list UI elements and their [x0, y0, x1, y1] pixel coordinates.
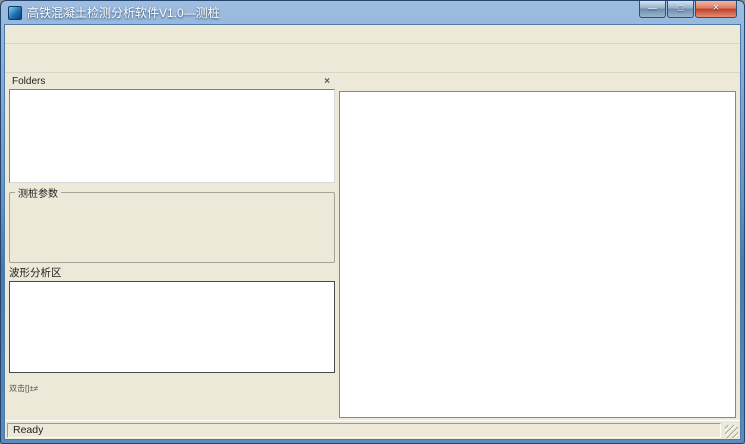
app-window: 高铁混凝土检测分析软件V1.0—测桩 — □ × Folders × 测桩参数 … [0, 0, 745, 444]
app-icon [8, 6, 22, 20]
window-title: 高铁混凝土检测分析软件V1.0—测桩 [27, 4, 220, 21]
panel-close-icon[interactable]: × [322, 76, 332, 87]
depth-curves-svg [340, 92, 735, 417]
chart-panel [339, 74, 736, 418]
wave-section-title: 波形分析区 [9, 265, 335, 280]
window-controls: — □ × [638, 1, 737, 18]
maximize-button[interactable]: □ [667, 1, 694, 18]
resize-grip[interactable] [725, 425, 738, 438]
client-area: Folders × 测桩参数 波形分析区 双击[]±≠ Ready [4, 24, 741, 440]
title-bar[interactable]: 高铁混凝土检测分析软件V1.0—测桩 — □ × [4, 1, 741, 24]
waveform-display[interactable] [9, 281, 335, 373]
folders-panel: Folders × 测桩参数 波形分析区 双击[]±≠ [9, 74, 335, 418]
toolbar [5, 44, 740, 73]
waveform-svg [10, 282, 334, 372]
folders-panel-header: Folders × [9, 74, 335, 89]
hint-text: 双击[]±≠ [9, 383, 335, 394]
folder-tree[interactable] [9, 89, 335, 183]
minimize-button[interactable]: — [639, 1, 666, 18]
pile-params-title: 测桩参数 [15, 185, 61, 200]
close-button[interactable]: × [695, 1, 737, 18]
pile-params-group: 测桩参数 [9, 185, 335, 263]
folders-title: Folders [12, 76, 45, 87]
tab-strip [339, 74, 736, 92]
chart-area[interactable] [339, 91, 736, 418]
status-bar: Ready [5, 420, 740, 439]
status-text: Ready [7, 423, 721, 438]
menu-bar [5, 25, 740, 44]
